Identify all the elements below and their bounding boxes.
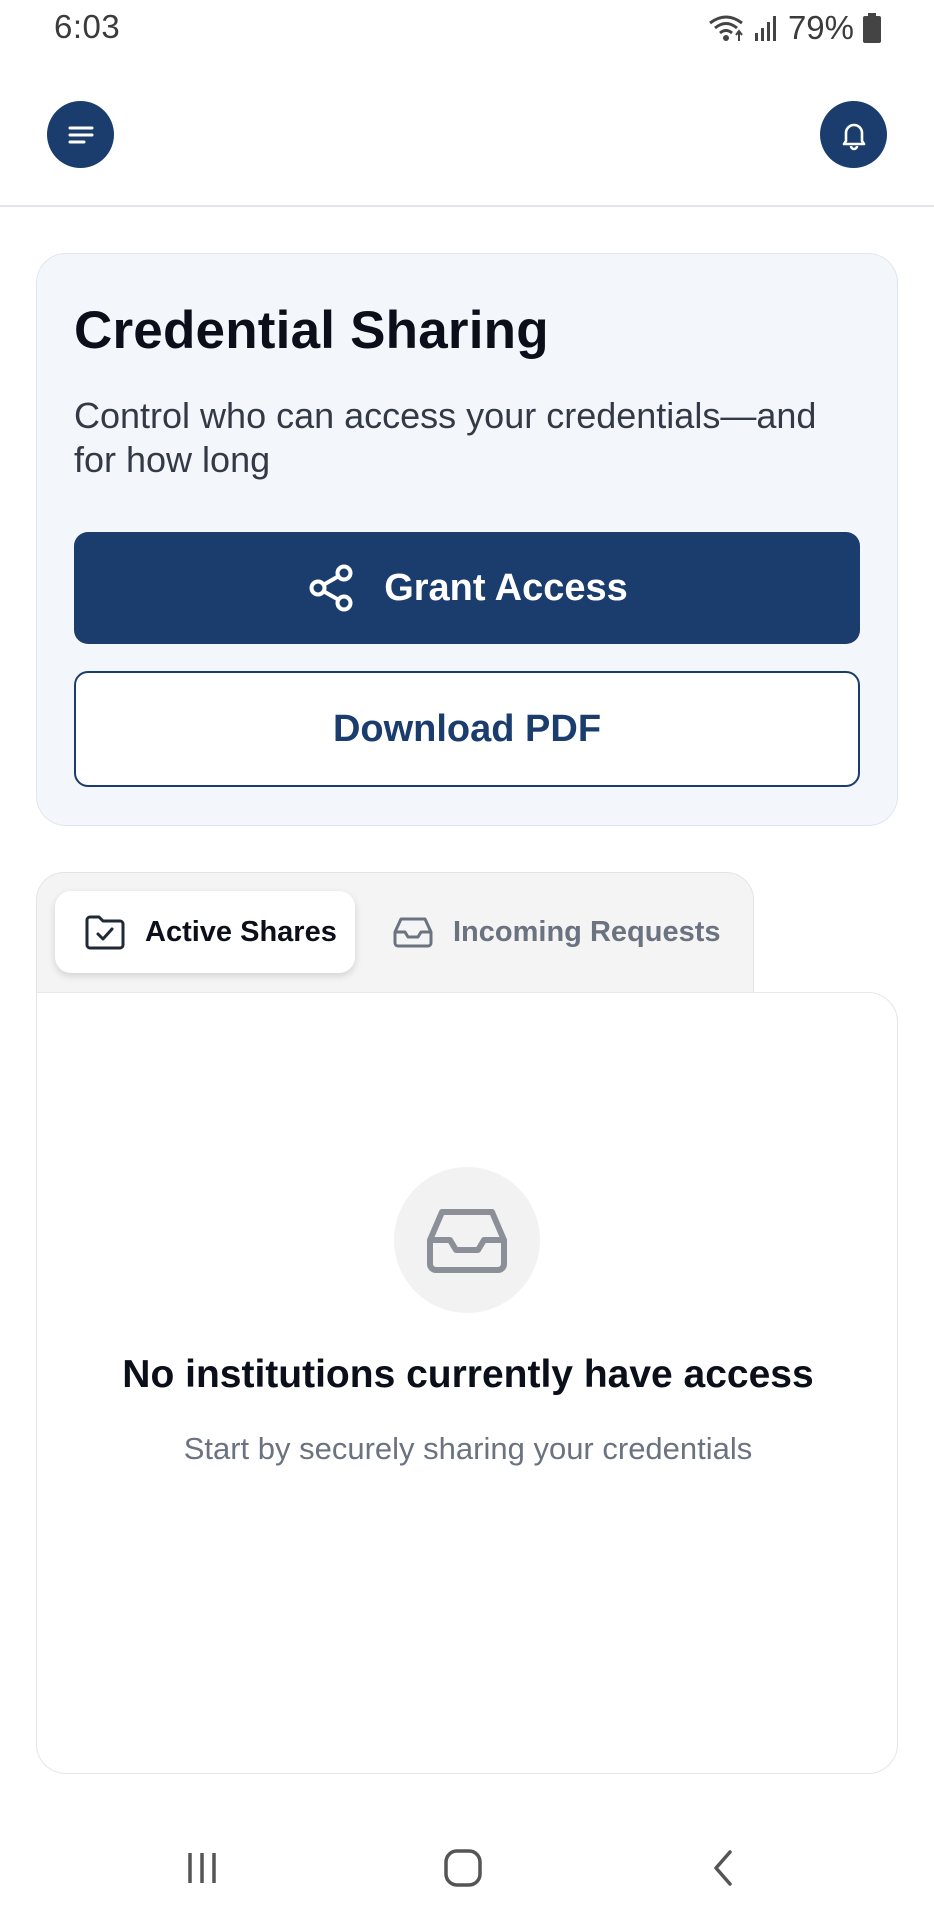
download-pdf-label: Download PDF bbox=[332, 707, 602, 750]
recent-apps-icon bbox=[188, 1853, 216, 1883]
inbox-icon bbox=[427, 1209, 507, 1273]
share-icon bbox=[309, 564, 353, 612]
system-nav-bar bbox=[0, 1810, 934, 1920]
page-subtitle: Control who can access your credentials—… bbox=[74, 395, 817, 480]
back-button[interactable] bbox=[694, 1838, 754, 1898]
status-bar: 6:03 79% bbox=[0, 0, 934, 56]
tab-active-shares[interactable]: Active Shares bbox=[55, 891, 355, 973]
menu-icon bbox=[68, 126, 93, 143]
grant-access-button[interactable]: Grant Access bbox=[74, 532, 860, 644]
signal-icon bbox=[754, 16, 776, 41]
empty-state-icon-container bbox=[394, 1167, 540, 1313]
active-shares-panel: No institutions currently have access St… bbox=[36, 992, 898, 1774]
tab-bar: Active Shares Incoming Requests bbox=[36, 872, 754, 992]
credential-sharing-card: Credential Sharing Control who can acces… bbox=[36, 253, 898, 826]
recent-apps-button[interactable] bbox=[172, 1838, 232, 1898]
tab-incoming-requests-label: Incoming Requests bbox=[453, 915, 721, 948]
tab-incoming-requests[interactable]: Incoming Requests bbox=[391, 891, 721, 973]
battery-icon bbox=[863, 13, 881, 43]
wifi-icon bbox=[709, 15, 743, 41]
status-icons: 79% bbox=[706, 8, 882, 48]
screen: 6:03 79% Credential Sharing Control who … bbox=[0, 0, 934, 1920]
app-header bbox=[0, 56, 934, 207]
page-title: Credential Sharing bbox=[74, 301, 549, 360]
home-button[interactable] bbox=[433, 1838, 493, 1898]
back-icon bbox=[714, 1850, 732, 1886]
empty-state-subtitle: Start by securely sharing your credentia… bbox=[183, 1431, 753, 1466]
tab-active-shares-label: Active Shares bbox=[145, 915, 337, 948]
menu-button[interactable] bbox=[47, 101, 114, 168]
status-time: 6:03 bbox=[54, 8, 121, 45]
battery-percentage: 79% bbox=[787, 9, 854, 46]
grant-access-label: Grant Access bbox=[384, 566, 628, 609]
empty-state-title: No institutions currently have access bbox=[122, 1353, 814, 1396]
folder-check-icon bbox=[85, 915, 125, 950]
notifications-button[interactable] bbox=[820, 101, 887, 168]
bell-icon bbox=[842, 123, 865, 150]
download-pdf-button[interactable]: Download PDF bbox=[74, 671, 860, 787]
inbox-icon bbox=[393, 917, 433, 948]
home-icon bbox=[444, 1849, 482, 1887]
